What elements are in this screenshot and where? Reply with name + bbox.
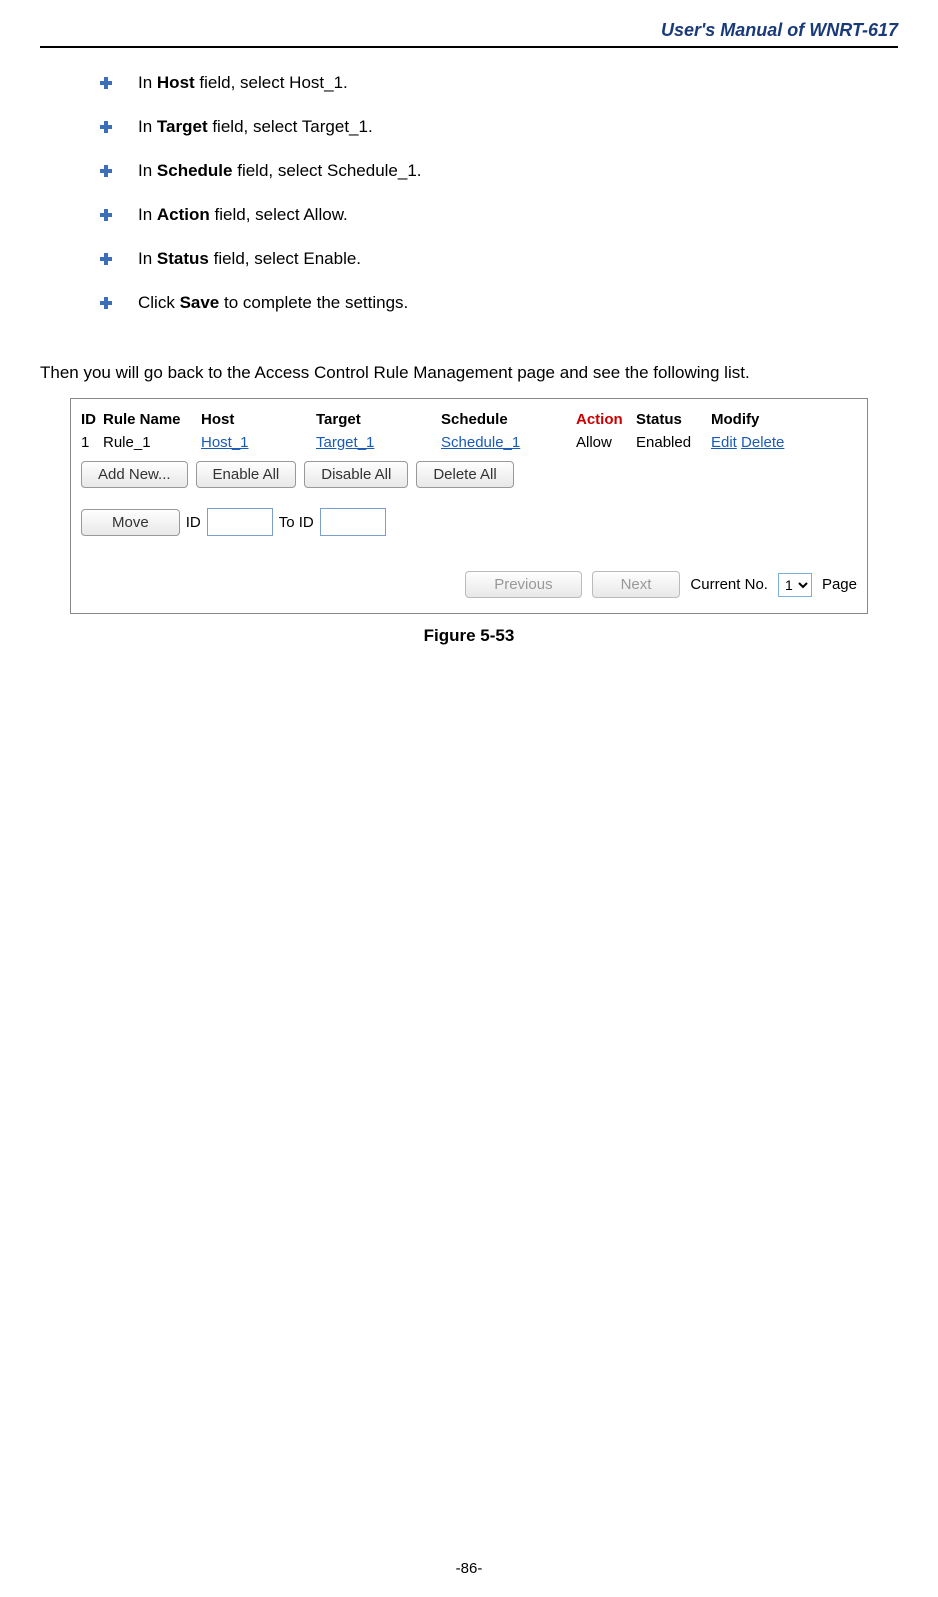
pagination-row: Previous Next Current No. 1 Page (81, 571, 857, 598)
page-label: Page (822, 576, 857, 593)
disableall-button[interactable]: Disable All (304, 461, 408, 488)
delete-link[interactable]: Delete (741, 434, 784, 451)
move-button[interactable]: Move (81, 509, 180, 536)
bullet-item: In Host field, select Host_1. (100, 73, 898, 93)
plus-bullet-icon (100, 297, 112, 309)
plus-bullet-icon (100, 253, 112, 265)
header-schedule: Schedule (441, 411, 576, 428)
move-row: Move ID To ID (81, 508, 857, 536)
edit-link[interactable]: Edit (711, 434, 737, 451)
schedule-link[interactable]: Schedule_1 (441, 434, 576, 451)
cell-id: 1 (81, 434, 103, 451)
plus-bullet-icon (100, 77, 112, 89)
plus-bullet-icon (100, 209, 112, 221)
cell-modify: Edit Delete (711, 434, 811, 451)
header-status: Status (636, 411, 711, 428)
table-header: ID Rule Name Host Target Schedule Action… (81, 411, 857, 428)
page-select[interactable]: 1 (778, 573, 812, 597)
cell-action: Allow (576, 434, 636, 451)
header-action: Action (576, 411, 636, 428)
bullet-text: Click Save to complete the settings. (138, 293, 408, 313)
bullet-item: In Target field, select Target_1. (100, 117, 898, 137)
bullet-item: In Action field, select Allow. (100, 205, 898, 225)
cell-rulename: Rule_1 (103, 434, 201, 451)
bullet-text: In Schedule field, select Schedule_1. (138, 161, 422, 181)
addnew-button[interactable]: Add New... (81, 461, 188, 488)
figure-container: ID Rule Name Host Target Schedule Action… (70, 398, 868, 614)
currentno-label: Current No. (690, 576, 768, 593)
cell-status: Enabled (636, 434, 711, 451)
header-id: ID (81, 411, 103, 428)
plus-bullet-icon (100, 165, 112, 177)
bullet-list: In Host field, select Host_1. In Target … (100, 73, 898, 313)
page-number: -86- (0, 1560, 938, 1577)
enableall-button[interactable]: Enable All (196, 461, 297, 488)
bullet-text: In Action field, select Allow. (138, 205, 348, 225)
figure-caption: Figure 5-53 (40, 626, 898, 646)
host-link[interactable]: Host_1 (201, 434, 316, 451)
id-input[interactable] (207, 508, 273, 536)
next-button[interactable]: Next (592, 571, 681, 598)
target-link[interactable]: Target_1 (316, 434, 441, 451)
bullet-text: In Target field, select Target_1. (138, 117, 373, 137)
header-modify: Modify (711, 411, 811, 428)
header-target: Target (316, 411, 441, 428)
intro-text: Then you will go back to the Access Cont… (40, 363, 898, 383)
table-row: 1 Rule_1 Host_1 Target_1 Schedule_1 Allo… (81, 434, 857, 451)
bullet-item: In Schedule field, select Schedule_1. (100, 161, 898, 181)
bullet-item: Click Save to complete the settings. (100, 293, 898, 313)
header-host: Host (201, 411, 316, 428)
bullet-text: In Host field, select Host_1. (138, 73, 348, 93)
toid-input[interactable] (320, 508, 386, 536)
previous-button[interactable]: Previous (465, 571, 581, 598)
plus-bullet-icon (100, 121, 112, 133)
id-label: ID (186, 514, 201, 531)
deleteall-button[interactable]: Delete All (416, 461, 513, 488)
toid-label: To ID (279, 514, 314, 531)
header-rulename: Rule Name (103, 411, 201, 428)
bullet-item: In Status field, select Enable. (100, 249, 898, 269)
button-row: Add New... Enable All Disable All Delete… (81, 461, 857, 488)
page-header: User's Manual of WNRT-617 (40, 20, 898, 48)
bullet-text: In Status field, select Enable. (138, 249, 361, 269)
